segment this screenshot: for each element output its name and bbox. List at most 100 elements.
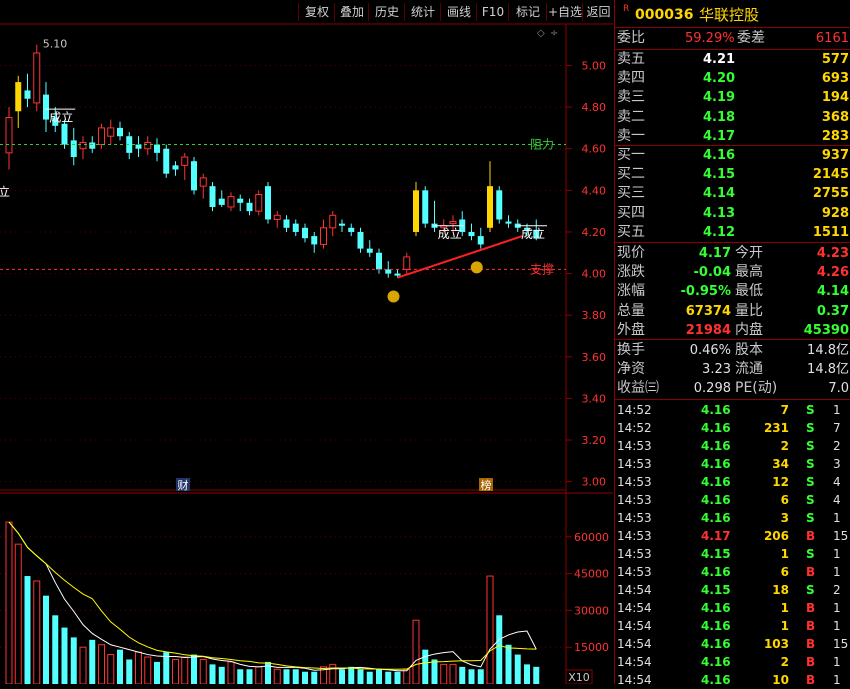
tick-side: B xyxy=(806,529,816,543)
candle-body xyxy=(79,141,87,150)
tick-price: 4.16 xyxy=(701,673,731,687)
tick-price: 4.15 xyxy=(701,583,731,597)
stat-row: 总量 67374 量比 0.37 xyxy=(615,302,850,321)
volume-axis-label: 45000 xyxy=(574,568,609,581)
toolbar-button-5[interactable]: F10 xyxy=(476,3,509,21)
stat-row: 现价 4.17 今开 4.23 xyxy=(615,244,850,263)
tick-time: 14:53 xyxy=(617,439,652,453)
tick-price: 4.16 xyxy=(701,439,731,453)
tick-time: 14:52 xyxy=(617,403,652,417)
fin-value: 7.0 xyxy=(828,381,849,397)
tick-time: 14:53 xyxy=(617,511,652,525)
price-axis-label: 3.40 xyxy=(582,392,607,405)
volume-bar xyxy=(61,627,68,684)
ask-price: 4.19 xyxy=(703,90,736,106)
tick-time: 14:54 xyxy=(617,619,652,633)
price-axis-label: 3.00 xyxy=(582,476,607,489)
stat-label: 总量 xyxy=(617,302,645,319)
volume-bar xyxy=(412,619,420,685)
tick-time: 14:53 xyxy=(617,529,652,543)
candle-body xyxy=(339,223,345,226)
fin-row: 换手 0.46% 股本 14.8亿 xyxy=(615,341,850,360)
volume-bar xyxy=(5,521,13,685)
toolbar-button-8[interactable]: 返回 xyxy=(582,3,614,21)
candle-body xyxy=(135,144,142,149)
tick-price: 4.16 xyxy=(701,655,731,669)
stat-label: 量比 xyxy=(735,302,763,319)
volume-bar xyxy=(273,668,281,685)
toolbar-button-1[interactable]: 叠加 xyxy=(334,3,369,21)
toolbar-button-4[interactable]: 画线 xyxy=(440,3,477,21)
candle-body xyxy=(265,186,271,220)
money-bag-icon xyxy=(470,261,483,274)
divider xyxy=(615,399,850,400)
tick-volume: 18 xyxy=(772,583,789,597)
bid-row: 买四 4.13 928 xyxy=(615,204,850,223)
tick-price: 4.16 xyxy=(701,619,731,633)
tick-side: B xyxy=(806,601,816,615)
divider xyxy=(615,27,850,28)
candle-body xyxy=(24,90,31,99)
tick-volume: 2 xyxy=(780,439,789,453)
tick-time: 14:53 xyxy=(617,493,652,507)
candle-body xyxy=(292,223,299,232)
support-label: 支撑 xyxy=(530,261,554,276)
tick-volume: 34 xyxy=(772,457,789,471)
stock-name[interactable]: 华联控股 xyxy=(699,4,759,26)
volume-axis-label: 15000 xyxy=(574,641,609,654)
volume-ma-line xyxy=(8,521,537,670)
kline-chart-area[interactable]: ◇ ÷ 5.00 4.80 4.60 4.40 4.20 4.00 3.80 3.60 3.40 3.… xyxy=(0,0,614,685)
price-axis-label: 4.80 xyxy=(582,101,607,114)
tick-row: 14:53 4.15 1 S 1 xyxy=(615,545,850,563)
tick-row: 14:52 4.16 7 S 1 xyxy=(615,401,850,419)
volume-bar xyxy=(468,669,475,684)
tick-volume: 1 xyxy=(780,601,789,615)
price-axis-label: 3.60 xyxy=(582,351,607,364)
candle-body xyxy=(218,198,225,205)
toolbar-button-0[interactable]: 复权 xyxy=(298,3,335,21)
candle-body xyxy=(422,190,429,224)
volume-bar xyxy=(486,575,494,685)
tick-side: B xyxy=(806,637,816,651)
volume-axis-label: 60000 xyxy=(574,531,609,544)
volume-bar xyxy=(70,637,77,684)
toolbar-button-7[interactable]: +自选 xyxy=(546,3,583,21)
ask-level-label: 卖五 xyxy=(617,51,645,67)
kline-chart[interactable]: ◇ ÷ 5.00 4.80 4.60 4.40 4.20 4.00 3.80 3.60 3.40 3.… xyxy=(0,0,613,685)
ask-row: 卖三 4.19 194 xyxy=(615,88,850,107)
toolbar-button-6[interactable]: 标记 xyxy=(508,3,547,21)
price-axis-label: 4.20 xyxy=(582,226,607,239)
fin-label: PE(动) xyxy=(735,380,778,397)
signal-label: 成立 xyxy=(521,226,545,241)
tick-side: S xyxy=(806,511,815,525)
candle-body xyxy=(246,202,253,212)
candlestick-series xyxy=(5,44,540,278)
volume-bar xyxy=(339,669,345,684)
volume-bar xyxy=(79,646,87,685)
stat-value: 4.17 xyxy=(698,246,731,261)
toolbar-button-2[interactable]: 历史 xyxy=(368,3,405,21)
volume-bar xyxy=(246,669,253,684)
tick-row: 14:53 4.17 206 B 15 xyxy=(615,527,850,545)
divider xyxy=(615,339,850,340)
toolbar-button-3[interactable]: 统计 xyxy=(404,3,441,21)
ask-volume: 368 xyxy=(821,109,849,125)
candle-body xyxy=(89,142,96,149)
tick-count: 7 xyxy=(833,421,841,435)
tick-count: 4 xyxy=(833,475,841,489)
tick-time: 14:54 xyxy=(617,637,652,651)
tick-volume: 6 xyxy=(780,565,789,579)
bid-price: 4.13 xyxy=(703,205,736,221)
tick-side: S xyxy=(806,493,815,507)
ask-level-label: 卖一 xyxy=(617,127,645,144)
tick-count: 1 xyxy=(833,565,841,579)
candle-body xyxy=(191,161,197,191)
tick-volume: 6 xyxy=(780,493,789,507)
candle-body xyxy=(43,94,49,120)
volume-bar xyxy=(459,666,466,684)
volume-bar xyxy=(385,671,392,684)
tick-time: 14:54 xyxy=(617,583,652,597)
volume-bar xyxy=(449,663,457,685)
volume-bar xyxy=(199,658,207,685)
volume-bar xyxy=(329,663,337,685)
